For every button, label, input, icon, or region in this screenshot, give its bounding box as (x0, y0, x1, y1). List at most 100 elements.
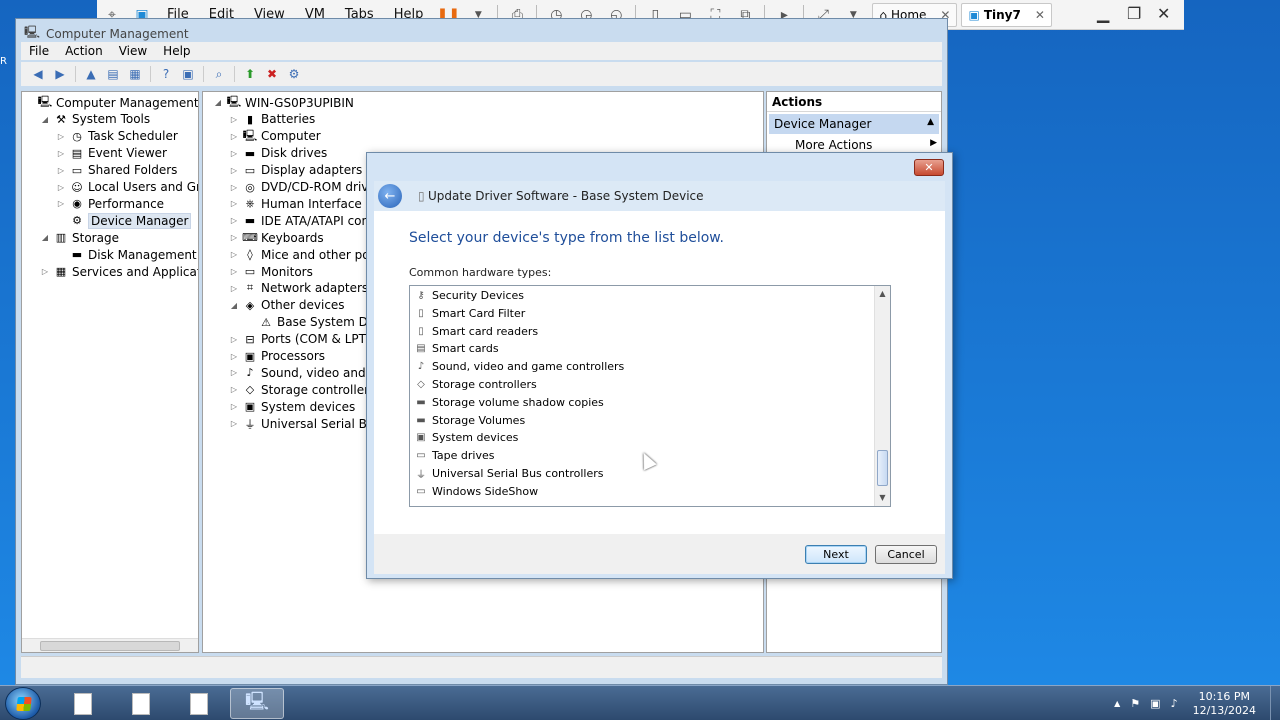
hardware-type-item[interactable]: ▤ Smart cards (414, 340, 498, 357)
expand-arrow-icon[interactable]: ▷ (229, 267, 239, 276)
expand-arrow-icon[interactable]: ▷ (56, 132, 66, 141)
taskbar-app-3[interactable] (172, 688, 226, 719)
start-button[interactable] (5, 687, 41, 720)
show-tree-icon[interactable]: ▤ (104, 65, 122, 83)
device-tree-item[interactable]: ▷ ◎ DVD/CD-ROM drives (229, 179, 382, 196)
expand-arrow-icon[interactable]: ▷ (229, 233, 239, 242)
device-tree-item[interactable]: ◢ 🖳 WIN-GS0P3UPIBIN (213, 94, 354, 111)
hardware-type-item[interactable]: ▭ Tape drives (414, 447, 494, 464)
expand-arrow-icon[interactable]: ▷ (56, 199, 66, 208)
expand-arrow-icon[interactable]: ▷ (229, 149, 239, 158)
scroll-up-icon[interactable]: ▲ (875, 286, 890, 302)
device-tree-item[interactable]: ▷ ▬ IDE ATA/ATAPI contr (229, 212, 379, 229)
network-icon[interactable]: ▣ (1150, 697, 1160, 710)
expand-arrow-icon[interactable]: ▷ (229, 250, 239, 259)
action-pane-icon[interactable]: ▣ (179, 65, 197, 83)
hardware-type-item[interactable]: ▯ Smart Card Filter (414, 305, 525, 322)
dialog-close-button[interactable]: ✕ (914, 159, 944, 176)
expand-arrow-icon[interactable]: ▷ (229, 368, 239, 377)
device-tree-item[interactable]: ◢ ◈ Other devices (229, 297, 345, 314)
console-tree-item[interactable]: ◢ ▥ Storage (40, 229, 119, 246)
hardware-type-item[interactable]: ▣ System devices (414, 429, 518, 446)
expand-arrow-icon[interactable]: ▷ (229, 352, 239, 361)
more-actions-item[interactable]: More Actions ▶ (795, 138, 937, 152)
tab-tiny7[interactable]: ▣ Tiny7 ✕ (961, 2, 1052, 27)
hardware-type-item[interactable]: ♪ Sound, video and game controllers (414, 358, 624, 375)
console-tree-item[interactable]: ▷ ▦ Services and Applications (40, 263, 198, 280)
show-desktop-button[interactable] (1270, 686, 1280, 720)
expand-arrow-icon[interactable]: ▷ (229, 132, 239, 141)
collapse-arrow-icon[interactable]: ◢ (40, 233, 50, 242)
expand-arrow-icon[interactable]: ▷ (229, 385, 239, 394)
console-tree-item[interactable]: ▬ Disk Management (56, 246, 197, 263)
device-tree-item[interactable]: ▷ ◊ Mice and other point (229, 246, 385, 263)
device-tree-item[interactable]: ▷ ▮ Batteries (229, 111, 315, 128)
device-tree-item[interactable]: ▷ ▬ Disk drives (229, 145, 327, 162)
hardware-types-list[interactable]: ⚷ Security Devices ▯ Smart Card Filter ▯ Smar… (409, 285, 891, 507)
expand-arrow-icon[interactable]: ▷ (56, 166, 66, 175)
vertical-scrollbar[interactable]: ▲ ▼ (874, 286, 890, 506)
expand-arrow-icon[interactable]: ▷ (229, 199, 239, 208)
hardware-type-item[interactable]: ▬ Storage Volumes (414, 412, 525, 429)
taskbar-app-computer-management[interactable]: 🖳 (230, 688, 284, 719)
expand-arrow-icon[interactable]: ▷ (229, 284, 239, 293)
collapse-arrow-icon[interactable]: ◢ (40, 115, 50, 124)
minimize-icon[interactable]: ▁ (1097, 4, 1109, 23)
hardware-type-item[interactable]: ▯ Smart card readers (414, 323, 538, 340)
expand-arrow-icon[interactable]: ▷ (229, 115, 239, 124)
device-tree-item[interactable]: ▷ 🖳 Computer (229, 128, 321, 145)
scan-hardware-icon[interactable]: ⌕ (210, 65, 228, 83)
restore-icon[interactable]: ❐ (1127, 4, 1141, 23)
console-tree-item[interactable]: ◢ ⚒ System Tools (40, 111, 150, 128)
console-tree-item[interactable]: ▷ ◷ Task Scheduler (56, 128, 178, 145)
horizontal-scrollbar[interactable] (22, 638, 198, 652)
clock[interactable]: 10:16 PM 12/13/2024 (1193, 690, 1256, 718)
uninstall-icon[interactable]: ✖ (263, 65, 281, 83)
expand-arrow-icon[interactable]: ▷ (229, 419, 239, 428)
help-icon[interactable]: ? (157, 65, 175, 83)
expand-arrow-icon[interactable]: ▷ (229, 166, 239, 175)
expand-arrow-icon[interactable]: ▷ (56, 149, 66, 158)
menu-file[interactable]: File (21, 44, 57, 58)
hardware-type-item[interactable]: ⚷ Security Devices (414, 287, 524, 304)
expand-arrow-icon[interactable]: ▷ (229, 216, 239, 225)
hardware-type-item[interactable]: ⏚ Universal Serial Bus controllers (414, 465, 603, 482)
collapse-arrow-icon[interactable]: ◢ (213, 98, 223, 107)
next-button[interactable]: Next (805, 545, 867, 564)
show-hidden-icons-icon[interactable]: ▲ (1114, 699, 1120, 708)
console-tree-item[interactable]: ▷ ▭ Shared Folders (56, 162, 177, 179)
console-tree-item[interactable]: ▷ ◉ Performance (56, 195, 164, 212)
device-tree-item[interactable]: ▷ ▭ Monitors (229, 263, 313, 280)
menu-action[interactable]: Action (57, 44, 111, 58)
actions-section-device-manager[interactable]: Device Manager ▲ (769, 114, 939, 134)
close-icon[interactable]: ✕ (1035, 8, 1045, 22)
console-tree-item[interactable]: ▷ ☺ Local Users and Groups (56, 179, 198, 196)
console-tree-item[interactable]: 🖳Computer Management (Local (24, 94, 198, 111)
scrollbar-thumb[interactable] (40, 641, 180, 651)
expand-arrow-icon[interactable]: ▷ (56, 183, 66, 192)
update-driver-icon[interactable]: ⬆ (241, 65, 259, 83)
console-tree-item[interactable]: ⚙ Device Manager (56, 212, 192, 229)
back-icon[interactable]: ◀ (29, 65, 47, 83)
expand-arrow-icon[interactable]: ▷ (229, 335, 239, 344)
collapse-icon[interactable]: ▲ (927, 117, 934, 131)
console-tree-item[interactable]: ▷ ▤ Event Viewer (56, 145, 167, 162)
back-button[interactable]: ← (378, 184, 402, 208)
close-window-icon[interactable]: ✕ (1157, 4, 1170, 23)
device-tree-item[interactable]: ▷ ▭ Display adapters (229, 162, 362, 179)
hardware-type-item[interactable]: ▭ Windows SideShow (414, 483, 538, 500)
volume-icon[interactable]: ♪ (1171, 697, 1178, 710)
enable-device-icon[interactable]: ⚙ (285, 65, 303, 83)
device-tree-item[interactable]: ▷ ⊟ Ports (COM & LPT) (229, 331, 371, 348)
scrollbar-thumb[interactable] (877, 450, 888, 486)
menu-view[interactable]: View (111, 44, 155, 58)
expand-arrow-icon[interactable]: ▷ (40, 267, 50, 276)
hardware-type-item[interactable]: ▬ Storage volume shadow copies (414, 394, 603, 411)
hardware-type-item[interactable]: ◇ Storage controllers (414, 376, 537, 393)
device-tree-item[interactable]: ▷ ◇ Storage controllers (229, 381, 375, 398)
expand-arrow-icon[interactable]: ▷ (229, 402, 239, 411)
properties-icon[interactable]: ▦ (126, 65, 144, 83)
device-tree-item[interactable]: ▷ ▣ System devices (229, 398, 355, 415)
device-tree-item[interactable]: ▷ ⌗ Network adapters (229, 280, 368, 297)
expand-arrow-icon[interactable]: ▷ (229, 183, 239, 192)
